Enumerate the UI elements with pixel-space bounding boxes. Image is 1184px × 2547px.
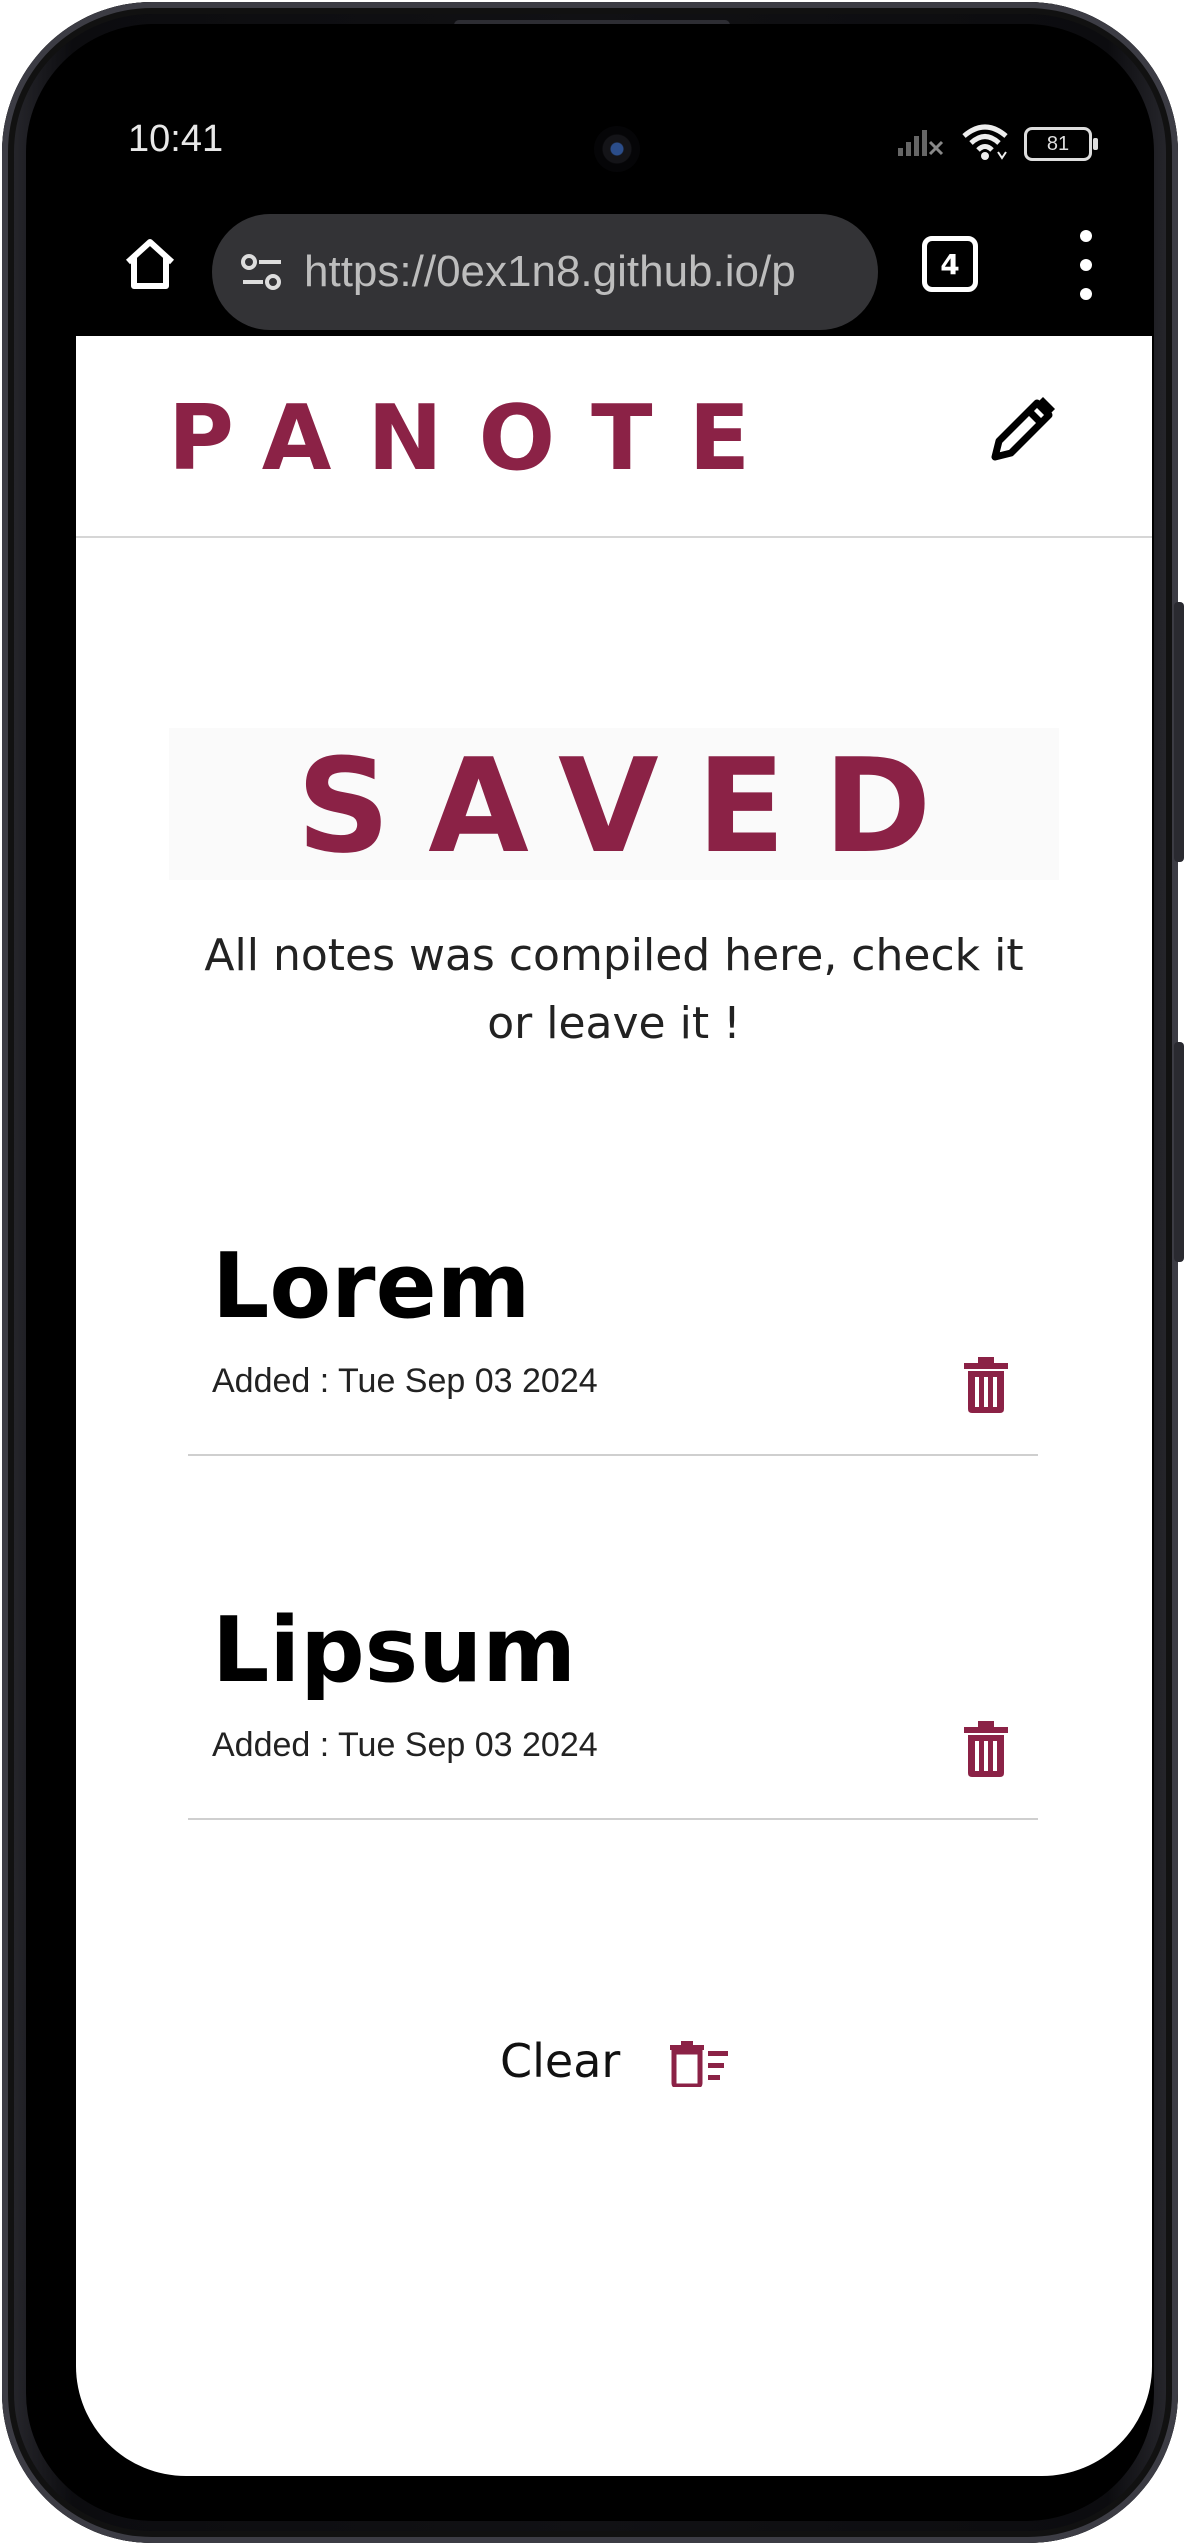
note-title[interactable]: Lipsum (212, 1596, 576, 1706)
trash-icon (964, 1721, 1008, 1777)
delete-note-button[interactable] (956, 1352, 1016, 1418)
phone-frame: 10:41 81 https://0ex1n8.github.io/p 4 PA… (2, 2, 1184, 2543)
tab-count: 4 (940, 247, 960, 281)
url-text[interactable]: https://0ex1n8.github.io/p (304, 247, 864, 297)
camera-icon (594, 126, 640, 172)
trash-icon (964, 1357, 1008, 1413)
phone-bezel: 10:41 81 https://0ex1n8.github.io/p 4 PA… (26, 24, 1154, 2521)
status-icons: 81 (896, 122, 1098, 166)
delete-note-button[interactable] (956, 1716, 1016, 1782)
site-header: PANOTE (76, 336, 1152, 538)
clear-all-row[interactable]: Clear (76, 2016, 1152, 2116)
pencil-icon (991, 397, 1055, 461)
power-button (1174, 1042, 1184, 1262)
web-page: PANOTE SAVED All notes was compiled here… (76, 336, 1152, 2476)
wifi-icon (960, 122, 1010, 166)
edit-note-button[interactable] (976, 386, 1066, 476)
tabs-button[interactable]: 4 (922, 236, 978, 292)
more-menu-icon[interactable] (1066, 230, 1106, 300)
note-date: Added : Tue Sep 03 2024 (212, 1726, 598, 1764)
volume-button (1174, 602, 1184, 862)
note-item[interactable]: Lorem Added : Tue Sep 03 2024 (188, 1174, 1038, 1456)
status-bar: 10:41 81 (76, 74, 1152, 194)
address-bar[interactable]: https://0ex1n8.github.io/p (212, 214, 878, 330)
clear-all-icon[interactable] (664, 2034, 734, 2094)
note-title[interactable]: Lorem (212, 1232, 530, 1342)
battery-level: 81 (1046, 132, 1070, 155)
page-subtitle: All notes was compiled here, check it or… (204, 930, 1024, 1049)
logo[interactable]: PANOTE (168, 386, 786, 491)
signal-icon (896, 126, 946, 162)
home-button[interactable] (110, 224, 190, 304)
home-icon (125, 239, 175, 289)
screen: 10:41 81 https://0ex1n8.github.io/p 4 PA… (76, 74, 1152, 2476)
note-date: Added : Tue Sep 03 2024 (212, 1362, 598, 1400)
note-item[interactable]: Lipsum Added : Tue Sep 03 2024 (188, 1538, 1038, 1820)
status-time: 10:41 (128, 118, 224, 160)
clear-all-button[interactable]: Clear (500, 2034, 620, 2088)
site-settings-icon[interactable] (232, 242, 292, 302)
page-title: SAVED (296, 730, 970, 882)
battery-icon: 81 (1024, 127, 1098, 161)
browser-toolbar: https://0ex1n8.github.io/p 4 (76, 194, 1152, 336)
